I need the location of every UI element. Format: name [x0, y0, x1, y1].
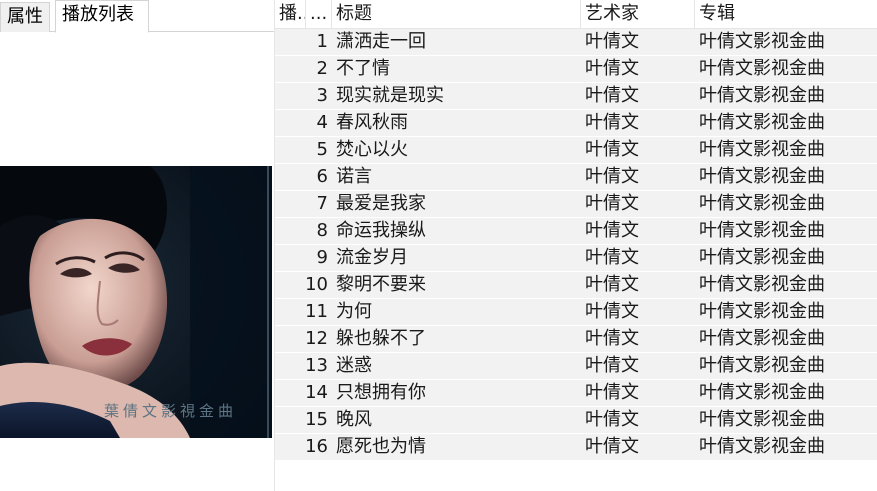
- track-album: 叶倩文影视金曲: [699, 436, 825, 457]
- table-row[interactable]: 11 为何 叶倩文 叶倩文影视金曲: [275, 299, 877, 326]
- track-number: 5: [316, 139, 328, 160]
- track-artist: 叶倩文: [585, 355, 639, 376]
- track-title: 最爱是我家: [336, 193, 426, 214]
- track-artist: 叶倩文: [585, 247, 639, 268]
- track-artist: 叶倩文: [585, 31, 639, 52]
- album-cover-art: [0, 166, 272, 438]
- table-row[interactable]: 1 潇洒走一回 叶倩文 叶倩文影视金曲: [275, 29, 877, 56]
- track-artist: 叶倩文: [585, 328, 639, 349]
- track-title: 潇洒走一回: [336, 31, 426, 52]
- tab-bar: 属性 播放列表: [0, 0, 274, 33]
- playlist-table: 播... ... 标题 艺术家 专辑 1 潇洒走一回 叶倩文 叶倩文影视金曲 2…: [275, 0, 877, 491]
- media-player-window: 属性 播放列表 葉倩文影視金曲 播. ... 标题 艺术家 专辑 1 潇洒走一回…: [0, 0, 877, 491]
- table-row[interactable]: 2 不了情 叶倩文 叶倩文影视金曲: [275, 56, 877, 83]
- track-artist: 叶倩文: [585, 112, 639, 133]
- track-number: 7: [316, 193, 328, 214]
- track-album: 叶倩文影视金曲: [699, 328, 825, 349]
- table-row[interactable]: 4 春风秋雨 叶倩文 叶倩文影视金曲: [275, 110, 877, 137]
- track-artist: 叶倩文: [585, 139, 639, 160]
- track-artist: 叶倩文: [585, 58, 639, 79]
- track-title: 流金岁月: [336, 247, 408, 268]
- track-artist: 叶倩文: [585, 274, 639, 295]
- track-number: 10: [305, 274, 328, 295]
- track-artist: 叶倩文: [585, 436, 639, 457]
- track-title: 迷惑: [336, 355, 372, 376]
- track-number: 2: [316, 58, 328, 79]
- track-title: 不了情: [336, 58, 390, 79]
- track-number: 6: [316, 166, 328, 187]
- track-artist: 叶倩文: [585, 301, 639, 322]
- album-cover: [0, 166, 272, 438]
- track-album: 叶倩文影视金曲: [699, 58, 825, 79]
- track-number: 8: [316, 220, 328, 241]
- track-album: 叶倩文影视金曲: [699, 85, 825, 106]
- table-row[interactable]: 14 只想拥有你 叶倩文 叶倩文影视金曲: [275, 380, 877, 407]
- tab-playlist[interactable]: 播放列表: [55, 0, 149, 33]
- table-row[interactable]: 7 最爱是我家 叶倩文 叶倩文影视金曲: [275, 191, 877, 218]
- table-row[interactable]: 3 现实就是现实 叶倩文 叶倩文影视金曲: [275, 83, 877, 110]
- track-album: 叶倩文影视金曲: [699, 409, 825, 430]
- track-album: 叶倩文影视金曲: [699, 274, 825, 295]
- table-row[interactable]: 16 愿死也为情 叶倩文 叶倩文影视金曲: [275, 434, 877, 461]
- track-number: 13: [305, 355, 328, 376]
- table-row[interactable]: 5 焚心以火 叶倩文 叶倩文影视金曲: [275, 137, 877, 164]
- column-header-number[interactable]: 播...: [275, 0, 306, 28]
- table-row[interactable]: 15 晚风 叶倩文 叶倩文影视金曲: [275, 407, 877, 434]
- cover-caption: 葉倩文影視金曲: [104, 402, 238, 420]
- track-number: 12: [305, 328, 328, 349]
- track-number: 11: [305, 301, 328, 322]
- table-row[interactable]: 8 命运我操纵 叶倩文 叶倩文影视金曲: [275, 218, 877, 245]
- track-number: 16: [305, 436, 328, 457]
- track-title: 焚心以火: [336, 139, 408, 160]
- track-artist: 叶倩文: [585, 166, 639, 187]
- track-album: 叶倩文影视金曲: [699, 139, 825, 160]
- table-row[interactable]: 10 黎明不要来 叶倩文 叶倩文影视金曲: [275, 272, 877, 299]
- track-title: 命运我操纵: [336, 220, 426, 241]
- tab-properties[interactable]: 属性: [0, 2, 50, 32]
- track-artist: 叶倩文: [585, 85, 639, 106]
- track-album: 叶倩文影视金曲: [699, 193, 825, 214]
- track-title: 晚风: [336, 409, 372, 430]
- track-title: 诺言: [336, 166, 372, 187]
- track-artist: 叶倩文: [585, 193, 639, 214]
- column-header-more[interactable]: ...: [306, 0, 332, 28]
- column-header-title[interactable]: 标题: [332, 0, 581, 28]
- track-number: 9: [316, 247, 328, 268]
- track-title: 春风秋雨: [336, 112, 408, 133]
- playlist-rows: 1 潇洒走一回 叶倩文 叶倩文影视金曲 2 不了情 叶倩文 叶倩文影视金曲 3 …: [275, 29, 877, 461]
- track-title: 为何: [336, 301, 372, 322]
- track-album: 叶倩文影视金曲: [699, 31, 825, 52]
- track-number: 1: [316, 31, 328, 52]
- track-number: 15: [305, 409, 328, 430]
- track-number: 14: [305, 382, 328, 403]
- track-number: 3: [316, 85, 328, 106]
- track-artist: 叶倩文: [585, 220, 639, 241]
- track-title: 黎明不要来: [336, 274, 426, 295]
- track-album: 叶倩文影视金曲: [699, 382, 825, 403]
- table-row[interactable]: 6 诺言 叶倩文 叶倩文影视金曲: [275, 164, 877, 191]
- track-title: 只想拥有你: [336, 382, 426, 403]
- track-album: 叶倩文影视金曲: [699, 112, 825, 133]
- track-title: 躲也躲不了: [336, 328, 426, 349]
- track-title: 现实就是现实: [336, 85, 444, 106]
- column-header-album[interactable]: 专辑: [695, 0, 877, 28]
- table-row[interactable]: 13 迷惑 叶倩文 叶倩文影视金曲: [275, 353, 877, 380]
- track-album: 叶倩文影视金曲: [699, 247, 825, 268]
- track-album: 叶倩文影视金曲: [699, 301, 825, 322]
- track-album: 叶倩文影视金曲: [699, 166, 825, 187]
- column-header-artist[interactable]: 艺术家: [581, 0, 695, 28]
- track-artist: 叶倩文: [585, 382, 639, 403]
- track-album: 叶倩文影视金曲: [699, 355, 825, 376]
- table-row[interactable]: 12 躲也躲不了 叶倩文 叶倩文影视金曲: [275, 326, 877, 353]
- left-panel: 属性 播放列表 葉倩文影視金曲: [0, 0, 274, 491]
- table-row[interactable]: 9 流金岁月 叶倩文 叶倩文影视金曲: [275, 245, 877, 272]
- track-title: 愿死也为情: [336, 436, 426, 457]
- track-artist: 叶倩文: [585, 409, 639, 430]
- playlist-header: 播... ... 标题 艺术家 专辑: [275, 0, 877, 29]
- track-album: 叶倩文影视金曲: [699, 220, 825, 241]
- track-number: 4: [316, 112, 328, 133]
